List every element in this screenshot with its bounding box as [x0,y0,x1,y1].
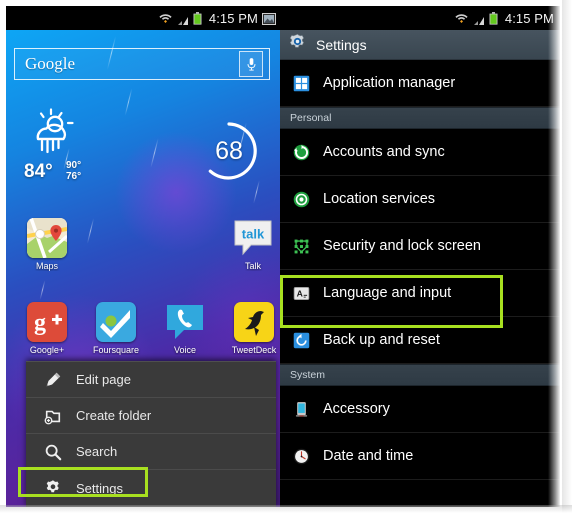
settings-row-label: Back up and reset [323,332,440,348]
settings-row-label: Accessory [323,401,390,417]
app-label: Google+ [29,345,65,355]
app-label: Voice [173,345,197,355]
app-icon-google-plus[interactable]: g Google+ [18,302,76,355]
settings-row-location-services[interactable]: Location services [280,176,560,223]
signal-icon [472,13,485,25]
accessory-icon [290,398,312,420]
foursquare-icon[interactable] [96,302,136,342]
new-folder-icon [42,407,64,425]
weather-gauge-value: 68 [215,136,243,165]
wifi-icon [159,12,172,24]
screenshot-icon [262,12,276,25]
settings-row-accounts-and-sync[interactable]: Accounts and sync [280,129,560,176]
weather-low: 76° [66,171,82,182]
search-icon [42,443,64,461]
language-input-icon: A [290,282,312,304]
settings-row-label: Language and input [323,285,452,301]
home-screen-panel: 4:15 PM Google 84° 90° 76° 68 Maps talk … [6,6,280,507]
settings-row-label: Application manager [323,75,456,91]
app-icon-foursquare[interactable]: Foursquare [87,302,145,355]
sun-rain-cloud-icon [28,108,82,161]
backup-reset-icon [290,329,312,351]
settings-panel: 4:15 PM Settings Application manager Per… [280,6,560,507]
menu-item-label: Create folder [76,408,152,423]
signal-icon [176,13,189,25]
settings-section-personal: Personal [280,107,560,129]
clock-icon [290,445,312,467]
menu-item-create-folder[interactable]: Create folder [26,398,276,434]
menu-item-label: Edit page [76,372,131,387]
app-label: TweetDeck [231,345,277,355]
status-bar-icons-right: 4:15 PM [455,11,554,26]
search-input[interactable]: Google [25,54,239,74]
app-icon-tweetdeck[interactable]: TweetDeck [225,302,280,355]
weather-gauge: 68 [198,120,260,182]
settings-section-label: System [290,369,326,381]
svg-text:g: g [34,310,46,336]
sync-icon [290,141,312,163]
settings-row-label: Accounts and sync [323,144,445,160]
settings-title: Settings [316,36,367,53]
settings-row-label: Location services [323,191,436,207]
menu-item-edit-page[interactable]: Edit page [26,362,276,398]
menu-item-label: Settings [76,480,123,496]
settings-section-label: Personal [290,112,332,124]
app-icon-voice[interactable]: Voice [156,302,214,355]
settings-header: Settings [280,30,560,60]
settings-row-language-and-input[interactable]: A Language and input [280,270,560,317]
security-icon [290,235,312,257]
status-bar-left: 4:15 PM [6,6,280,30]
home-context-menu: Edit page Create folder Search Settings [26,361,276,507]
settings-row-label: Security and lock screen [323,238,481,254]
weather-widget[interactable]: 84° 90° 76° 68 [18,106,268,192]
google-maps-icon[interactable] [27,218,67,258]
google-voice-icon[interactable] [165,302,205,342]
settings-row-back-up-and-reset[interactable]: Back up and reset [280,317,560,364]
weather-high-low: 90° 76° [66,160,81,182]
status-bar-right: 4:15 PM [280,6,560,30]
gear-icon [42,479,64,497]
svg-text:talk: talk [242,227,265,242]
svg-text:A: A [296,288,302,298]
battery-icon [193,11,202,25]
tweetdeck-icon[interactable] [234,302,274,342]
settings-row-application-manager[interactable]: Application manager [280,60,560,107]
google-search-bar[interactable]: Google [14,48,270,80]
settings-section-system: System [280,364,560,386]
page-edge-right [562,0,572,513]
weather-current-temp: 84° [24,161,53,182]
app-label: Maps [35,261,58,271]
status-bar-icons: 4:15 PM [159,11,276,26]
application-manager-icon [290,72,312,94]
menu-item-settings[interactable]: Settings [26,470,276,506]
app-icon-talk[interactable]: talk Talk [224,218,280,271]
pencil-icon [42,371,64,389]
location-icon [290,188,312,210]
weather-high: 90° [66,160,82,171]
status-bar-time: 4:15 PM [208,10,258,26]
settings-row-label: Date and time [323,448,414,464]
gear-icon [288,33,307,57]
menu-item-search[interactable]: Search [26,434,276,470]
screenshot-root: 4:15 PM Google 84° 90° 76° 68 Maps talk … [0,0,572,513]
microphone-icon[interactable] [239,51,263,77]
app-label: Talk [244,261,261,271]
app-icon-maps[interactable]: Maps [18,218,76,271]
wifi-icon [455,12,468,24]
google-talk-icon[interactable]: talk [233,218,273,258]
settings-row-accessory[interactable]: Accessory [280,386,560,433]
battery-icon [489,11,498,25]
app-label: Foursquare [92,345,140,355]
menu-item-label: Search [76,444,118,459]
status-bar-time-right: 4:15 PM [504,10,554,26]
google-plus-icon[interactable]: g [27,302,67,342]
settings-row-date-and-time[interactable]: Date and time [280,433,560,480]
settings-row-security-and-lock-screen[interactable]: Security and lock screen [280,223,560,270]
